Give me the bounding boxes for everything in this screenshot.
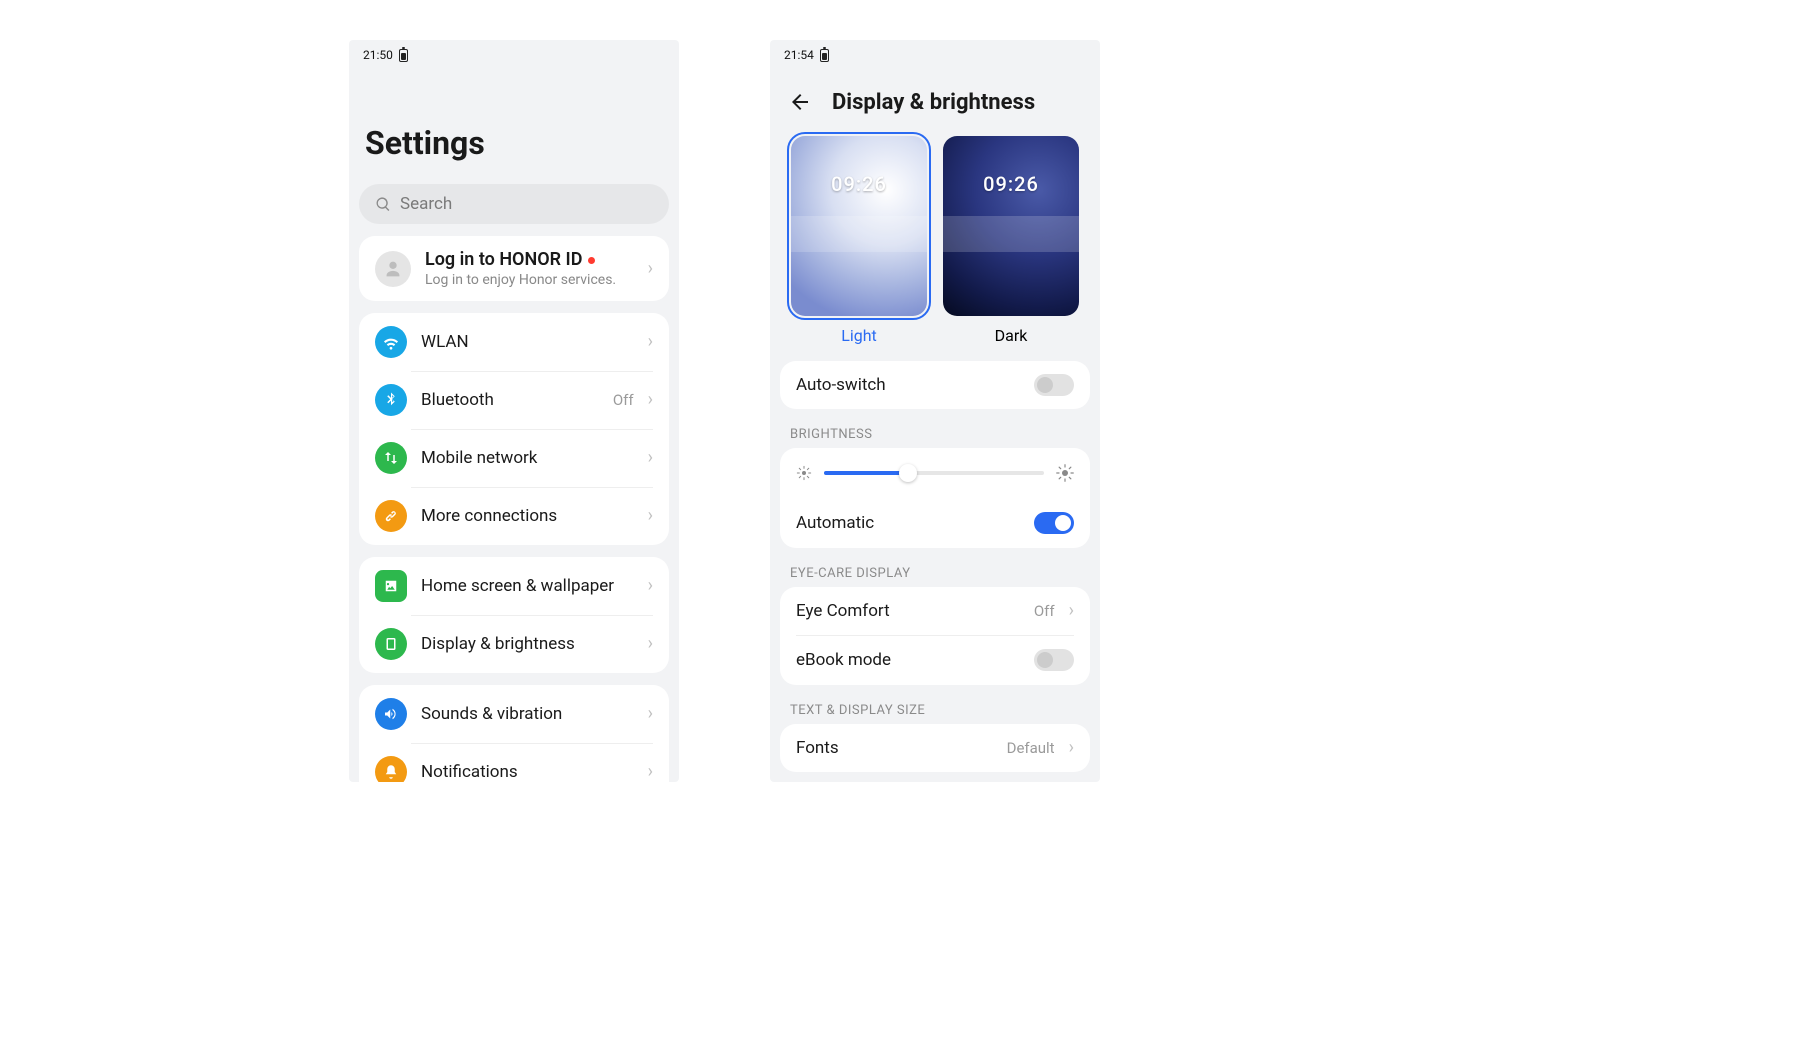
page-header: Display & brightness xyxy=(770,64,1100,128)
status-time: 21:50 xyxy=(363,48,393,62)
wifi-icon xyxy=(375,326,407,358)
section-eyecare: EYE-CARE DISPLAY xyxy=(770,548,1100,587)
bluetooth-value: Off xyxy=(613,391,634,409)
chevron-right-icon: › xyxy=(1069,739,1074,757)
auto-switch-toggle[interactable] xyxy=(1034,374,1074,396)
theme-light-label: Light xyxy=(841,326,877,345)
fonts-row[interactable]: Fonts Default › xyxy=(780,724,1090,772)
automatic-row[interactable]: Automatic xyxy=(780,498,1090,548)
chevron-right-icon: › xyxy=(648,705,653,723)
chevron-right-icon: › xyxy=(648,507,653,525)
bluetooth-row[interactable]: Bluetooth Off › xyxy=(359,371,669,429)
chevron-right-icon: › xyxy=(648,763,653,781)
battery-icon xyxy=(399,49,408,62)
sounds-row[interactable]: Sounds & vibration › xyxy=(359,685,669,743)
chevron-right-icon: › xyxy=(1069,602,1074,620)
notifications-label: Notifications xyxy=(421,762,634,782)
chevron-right-icon: › xyxy=(648,635,653,653)
wlan-row[interactable]: WLAN › xyxy=(359,313,669,371)
theme-light-thumb: 09:26 xyxy=(791,136,927,316)
mobile-label: Mobile network xyxy=(421,448,634,468)
arrow-left-icon xyxy=(788,90,812,114)
auto-switch-label: Auto-switch xyxy=(796,375,1020,395)
notifications-row[interactable]: Notifications › xyxy=(359,743,669,782)
fonts-label: Fonts xyxy=(796,738,993,758)
ebook-label: eBook mode xyxy=(796,650,1020,670)
theme-selector: 09:26 Light 09:26 Dark xyxy=(770,128,1100,345)
slider-track[interactable] xyxy=(824,471,1044,475)
page-title: Settings xyxy=(349,64,679,184)
slider-fill xyxy=(824,471,908,475)
more-connections-label: More connections xyxy=(421,506,634,526)
display-settings-screen: 21:54 Display & brightness 09:26 Light 0… xyxy=(770,40,1100,782)
chevron-right-icon: › xyxy=(648,449,653,467)
fonts-value: Default xyxy=(1007,739,1055,757)
search-icon xyxy=(375,196,392,213)
brightness-slider[interactable] xyxy=(780,448,1090,498)
eye-comfort-label: Eye Comfort xyxy=(796,601,1020,621)
home-wallpaper-label: Home screen & wallpaper xyxy=(421,576,634,596)
more-connections-row[interactable]: More connections › xyxy=(359,487,669,545)
settings-screen: 21:50 Settings Search Log in to HONOR ID… xyxy=(349,40,679,782)
chevron-right-icon: › xyxy=(648,577,653,595)
display-brightness-label: Display & brightness xyxy=(421,634,634,654)
section-text: TEXT & DISPLAY SIZE xyxy=(770,685,1100,724)
ebook-row[interactable]: eBook mode xyxy=(780,635,1090,685)
brightness-card: Automatic xyxy=(780,448,1090,548)
mobile-data-icon xyxy=(375,442,407,474)
honor-id-card: Log in to HONOR ID Log in to enjoy Honor… xyxy=(359,236,669,301)
search-input[interactable]: Search xyxy=(359,184,669,224)
auto-switch-row[interactable]: Auto-switch xyxy=(780,361,1090,409)
chevron-right-icon: › xyxy=(648,333,653,351)
bell-icon xyxy=(375,756,407,782)
ebook-toggle[interactable] xyxy=(1034,649,1074,671)
theme-dark-label: Dark xyxy=(995,326,1028,345)
display-brightness-row[interactable]: Display & brightness › xyxy=(359,615,669,673)
chevron-right-icon: › xyxy=(648,391,653,409)
automatic-toggle[interactable] xyxy=(1034,512,1074,534)
status-bar: 21:50 xyxy=(349,40,679,64)
eyecare-card: Eye Comfort Off › eBook mode xyxy=(780,587,1090,685)
speaker-icon xyxy=(375,698,407,730)
section-brightness: BRIGHTNESS xyxy=(770,409,1100,448)
alert-dot-icon xyxy=(588,257,595,264)
automatic-label: Automatic xyxy=(796,513,1020,533)
thumb-time: 09:26 xyxy=(943,172,1079,196)
eye-comfort-value: Off xyxy=(1034,602,1055,620)
avatar-icon xyxy=(375,251,411,287)
battery-icon xyxy=(820,49,829,62)
status-bar: 21:54 xyxy=(770,40,1100,64)
honor-id-title: Log in to HONOR ID xyxy=(425,249,634,270)
link-icon xyxy=(375,500,407,532)
theme-dark-thumb: 09:26 xyxy=(943,136,1079,316)
theme-light-option[interactable]: 09:26 Light xyxy=(791,136,927,345)
connections-card: WLAN › Bluetooth Off › Mobile network › … xyxy=(359,313,669,545)
page-title: Display & brightness xyxy=(832,90,1035,115)
sun-low-icon xyxy=(796,465,812,481)
back-button[interactable] xyxy=(786,88,814,116)
sounds-label: Sounds & vibration xyxy=(421,704,634,724)
slider-knob[interactable] xyxy=(899,464,917,482)
wlan-label: WLAN xyxy=(421,332,634,352)
home-wallpaper-row[interactable]: Home screen & wallpaper › xyxy=(359,557,669,615)
wallpaper-icon xyxy=(375,570,407,602)
chevron-right-icon: › xyxy=(648,260,653,278)
theme-dark-option[interactable]: 09:26 Dark xyxy=(943,136,1079,345)
text-card: Fonts Default › xyxy=(780,724,1090,772)
sun-high-icon xyxy=(1056,464,1074,482)
honor-id-row[interactable]: Log in to HONOR ID Log in to enjoy Honor… xyxy=(359,236,669,301)
sounds-card: Sounds & vibration › Notifications › xyxy=(359,685,669,782)
status-time: 21:54 xyxy=(784,48,814,62)
display-icon xyxy=(375,628,407,660)
thumb-time: 09:26 xyxy=(791,172,927,196)
auto-switch-card: Auto-switch xyxy=(780,361,1090,409)
search-placeholder: Search xyxy=(400,194,452,214)
bluetooth-label: Bluetooth xyxy=(421,390,599,410)
eye-comfort-row[interactable]: Eye Comfort Off › xyxy=(780,587,1090,635)
mobile-network-row[interactable]: Mobile network › xyxy=(359,429,669,487)
bluetooth-icon xyxy=(375,384,407,416)
honor-id-sub: Log in to enjoy Honor services. xyxy=(425,272,634,288)
display-card: Home screen & wallpaper › Display & brig… xyxy=(359,557,669,673)
